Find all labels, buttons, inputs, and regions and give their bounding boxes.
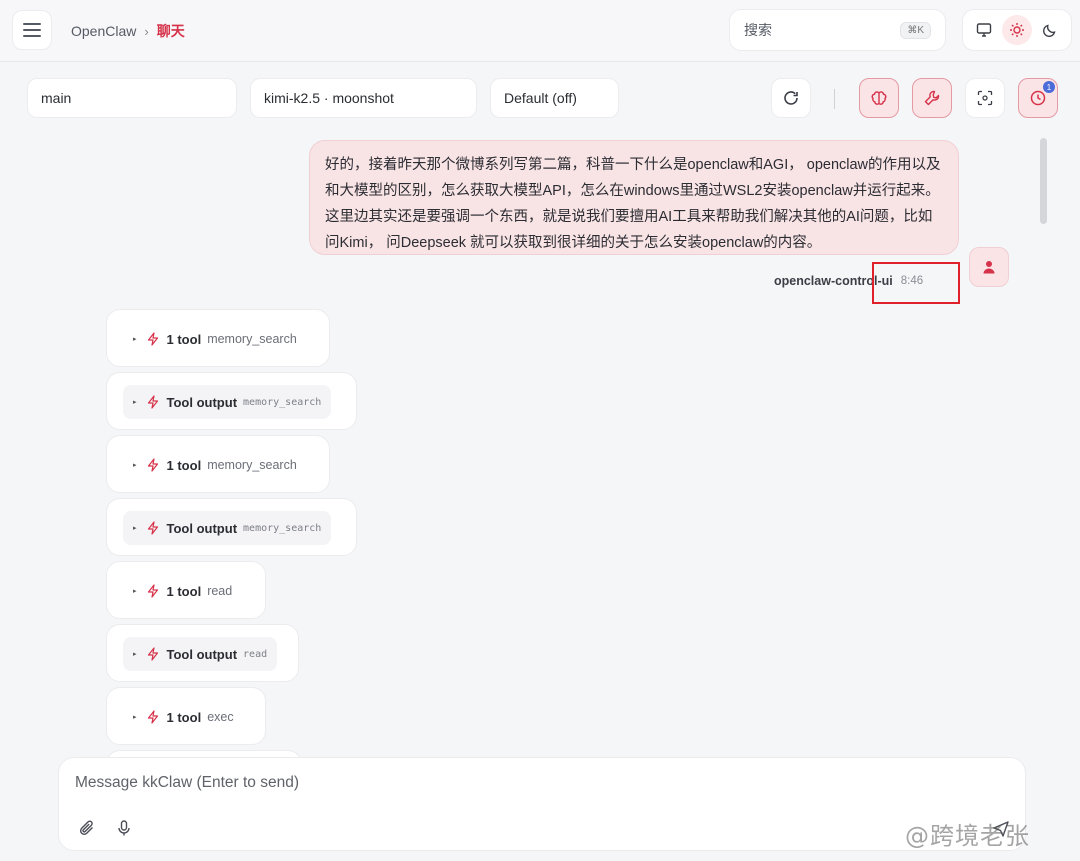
tool-title: 1 tool (166, 457, 202, 473)
expand-caret-icon: ▸ (133, 462, 137, 469)
tool-output-card[interactable]: ▸ Tool output memory_search (106, 498, 357, 556)
refresh-icon (784, 91, 798, 105)
bolt-icon (146, 521, 160, 535)
refresh-button[interactable] (771, 78, 811, 118)
theme-dark-button[interactable] (1035, 15, 1065, 45)
theme-light-button[interactable] (1001, 15, 1032, 45)
tool-call-row[interactable]: ▸ 1 tool memory_search (123, 322, 307, 356)
expand-caret-icon: ▸ (133, 336, 137, 343)
bolt-icon (146, 332, 160, 346)
tool-name: memory_search (207, 332, 297, 346)
message-composer: Message kkClaw (Enter to send) (58, 757, 1026, 851)
user-icon (983, 261, 995, 274)
user-avatar (969, 247, 1009, 287)
tool-call-card[interactable]: ▸ 1 tool exec (106, 687, 266, 745)
search-shortcut: ⌘K (900, 21, 931, 39)
tool-call-card[interactable]: ▸ 1 tool memory_search (106, 309, 330, 367)
tool-title: Tool output (166, 646, 238, 662)
tool-name: read (207, 584, 233, 598)
search-box[interactable]: 搜索 ⌘K (729, 9, 946, 51)
focus-button[interactable] (965, 78, 1005, 118)
voice-button[interactable] (112, 816, 136, 840)
tool-call-row[interactable]: ▸ 1 tool memory_search (123, 448, 307, 482)
theme-system-button[interactable] (969, 15, 999, 45)
paperclip-icon (79, 820, 93, 836)
breadcrumb-separator: › (144, 23, 149, 39)
breadcrumb-current: 聊天 (156, 23, 185, 39)
expand-caret-icon: ▸ (133, 651, 137, 658)
breadcrumb-home[interactable]: OpenClaw (71, 23, 136, 39)
theme-switcher (962, 9, 1072, 51)
tool-call-card[interactable]: ▸ 1 tool memory_search (106, 435, 330, 493)
user-message-bubble: 好的，接着昨天那个微博系列写第二篇，科普一下什么是openclaw和AGI， o… (309, 140, 959, 255)
tool-name: memory_search (243, 522, 322, 534)
annotation-highlight-box (872, 262, 960, 304)
breadcrumb: OpenClaw › 聊天 (71, 21, 185, 41)
thinking-select[interactable]: Default (off) (490, 78, 619, 118)
tool-call-row[interactable]: ▸ 1 tool read (123, 574, 242, 608)
tool-output-row[interactable]: ▸ Tool output memory_search (123, 511, 332, 545)
history-badge: 1 (1043, 81, 1055, 93)
bolt-icon (146, 395, 160, 409)
tool-title: 1 tool (166, 331, 202, 347)
tool-name: read (243, 648, 268, 660)
message-input[interactable]: Message kkClaw (Enter to send) (75, 774, 299, 792)
menu-button[interactable] (12, 10, 52, 50)
history-button[interactable]: 1 (1018, 78, 1058, 118)
expand-caret-icon: ▸ (133, 588, 137, 595)
watermark: @跨境老张 (905, 822, 1030, 850)
search-label: 搜索 (744, 22, 772, 38)
tools-toggle-button[interactable] (912, 78, 952, 118)
tool-call-row[interactable]: ▸ 1 tool exec (123, 700, 244, 734)
brain-icon (871, 91, 887, 105)
hamburger-icon (23, 23, 41, 37)
model-select[interactable]: kimi-k2.5 · moonshot (250, 78, 477, 118)
tool-title: 1 tool (166, 709, 202, 725)
bolt-icon (146, 710, 160, 724)
tool-name: exec (207, 710, 234, 724)
tool-output-card[interactable]: ▸ Tool output read (106, 624, 299, 682)
tool-output-card[interactable]: ▸ Tool output memory_search (106, 372, 357, 430)
monitor-icon (976, 23, 991, 37)
bolt-icon (146, 584, 160, 598)
tool-output-row[interactable]: ▸ Tool output read (123, 637, 278, 671)
bolt-icon (146, 647, 160, 661)
tool-output-row[interactable]: ▸ Tool output memory_search (123, 385, 332, 419)
top-bar: OpenClaw › 聊天 搜索 ⌘K (0, 0, 1080, 62)
tool-title: Tool output (166, 520, 238, 536)
expand-caret-icon: ▸ (133, 714, 137, 721)
attach-button[interactable] (75, 816, 99, 840)
tool-name: memory_search (243, 396, 322, 408)
focus-icon (977, 90, 993, 106)
microphone-icon (118, 820, 130, 836)
sun-icon (1009, 23, 1024, 37)
wrench-icon (924, 90, 940, 106)
chat-scrollbar[interactable] (1040, 138, 1047, 224)
session-select[interactable]: main (27, 78, 237, 118)
expand-caret-icon: ▸ (133, 399, 137, 406)
tool-title: Tool output (166, 394, 238, 410)
bolt-icon (146, 458, 160, 472)
tool-title: 1 tool (166, 583, 202, 599)
tool-name: memory_search (207, 458, 297, 472)
thinking-toggle-button[interactable] (859, 78, 899, 118)
expand-caret-icon: ▸ (133, 525, 137, 532)
toolbar-divider (834, 89, 835, 109)
moon-icon (1043, 24, 1056, 38)
tool-call-card[interactable]: ▸ 1 tool read (106, 561, 266, 619)
